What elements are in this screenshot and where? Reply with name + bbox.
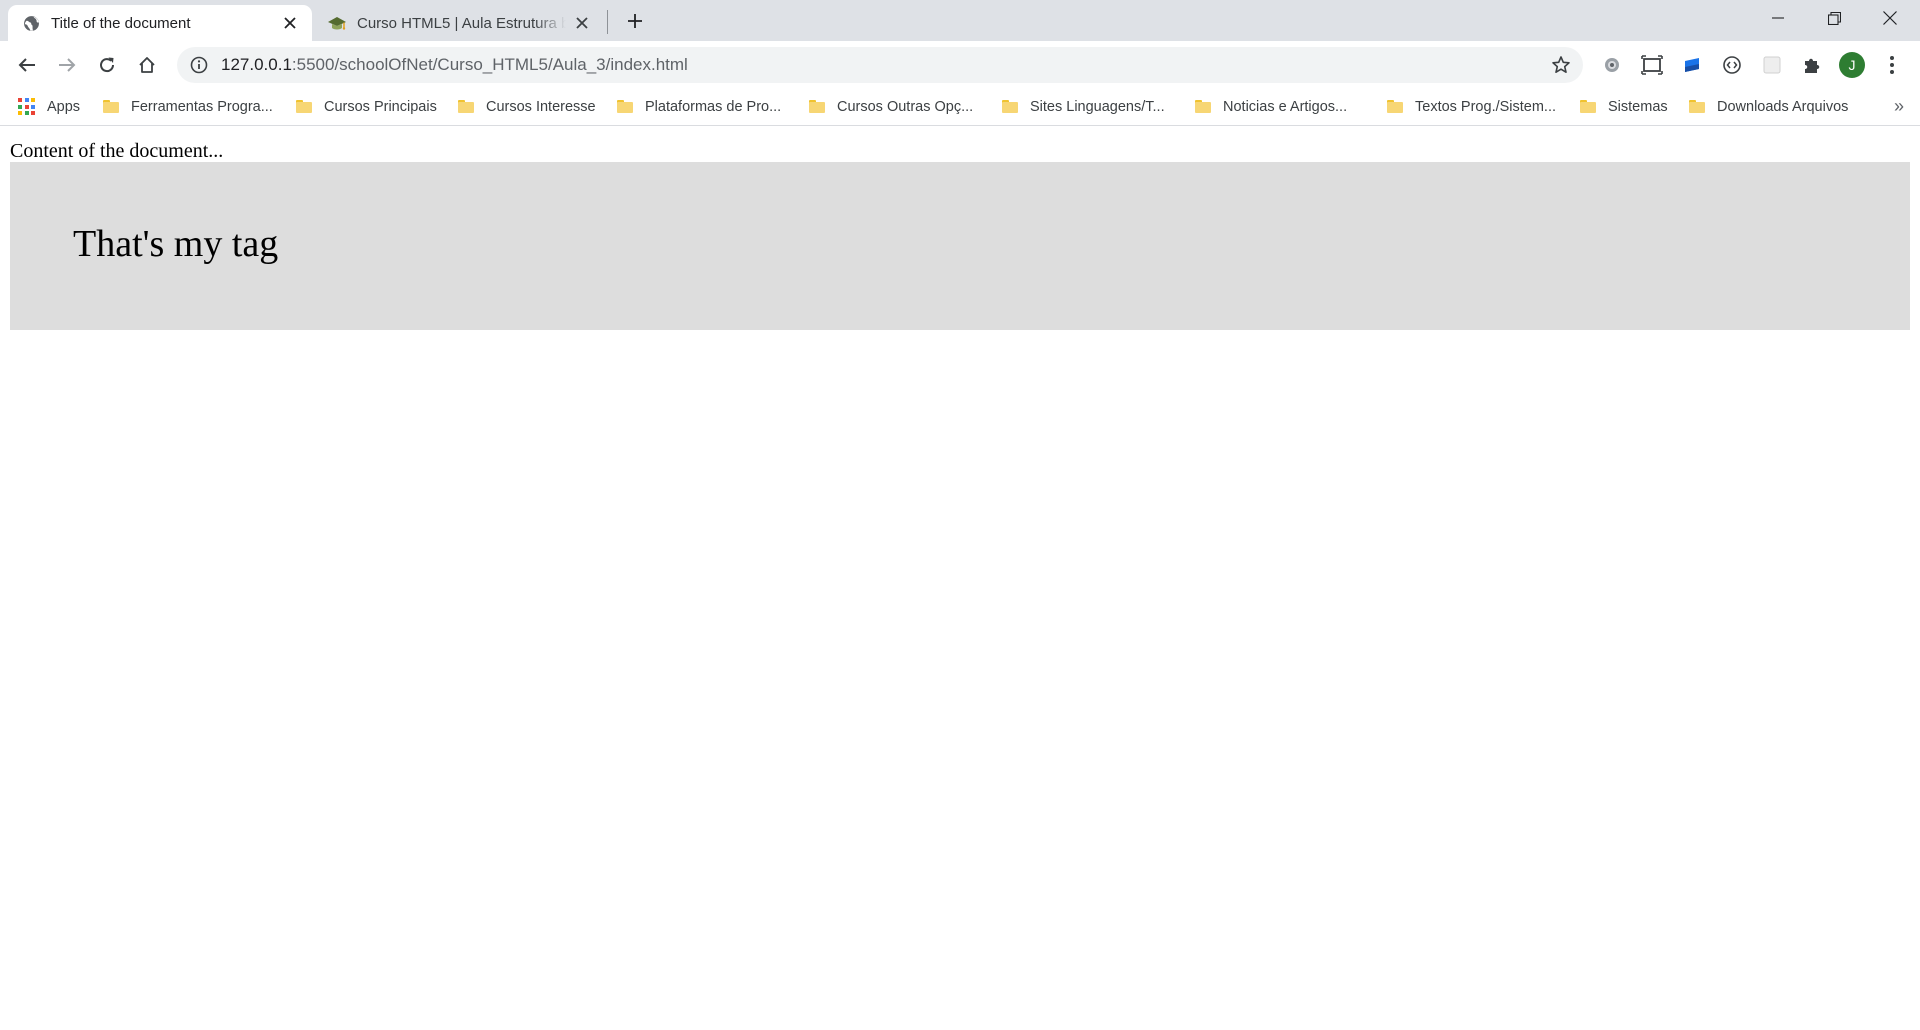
bookmark-label: Apps	[47, 98, 81, 115]
tab-close-icon[interactable]	[280, 13, 300, 33]
folder-icon	[1195, 100, 1211, 113]
folder-icon	[458, 100, 474, 113]
url-text[interactable]: 127.0.0.1:5500/schoolOfNet/Curso_HTML5/A…	[221, 55, 688, 75]
extension-blue-icon[interactable]	[1677, 50, 1707, 80]
menu-button[interactable]	[1877, 50, 1907, 80]
bookmark-folder[interactable]: Noticias e Artigos...	[1195, 88, 1347, 125]
globe-icon	[21, 13, 41, 33]
minimize-button[interactable]	[1750, 0, 1806, 36]
back-arrow-icon	[18, 58, 35, 72]
folder-icon	[1002, 100, 1018, 113]
bookmarks-bar: Apps Ferramentas Progra... Cursos Princi…	[0, 88, 1920, 126]
address-bar[interactable]: 127.0.0.1:5500/schoolOfNet/Curso_HTML5/A…	[177, 47, 1583, 83]
tab-title: Title of the document	[51, 14, 191, 32]
bookmark-label: Cursos Outras Opç...	[837, 98, 974, 115]
bookmark-label: Cursos Interesse	[486, 98, 596, 115]
forward-arrow-icon	[59, 58, 76, 72]
bookmark-folder[interactable]: Textos Prog./Sistem...	[1387, 88, 1556, 125]
page-viewport: Content of the document... That's my tag	[0, 126, 1920, 1030]
folder-icon	[617, 100, 633, 113]
my-tag-text: That's my tag	[73, 223, 279, 265]
my-tag-block: That's my tag	[10, 162, 1910, 330]
info-icon[interactable]	[189, 55, 209, 75]
folder-icon	[809, 100, 825, 113]
extension-code-icon[interactable]	[1717, 50, 1747, 80]
bookmark-folder[interactable]: Sites Linguagens/T...	[1002, 88, 1165, 125]
bookmark-label: Sistemas	[1608, 98, 1668, 115]
bookmark-folder[interactable]: Sistemas	[1580, 88, 1668, 125]
reload-icon	[100, 57, 115, 73]
apps-grid-icon	[18, 98, 35, 115]
extensions-puzzle-icon[interactable]	[1797, 50, 1827, 80]
extension-blank-icon[interactable]	[1757, 50, 1787, 80]
bookmark-label: Downloads Arquivos	[1717, 98, 1849, 115]
bookmark-folder[interactable]: Plataformas de Pro...	[617, 88, 781, 125]
bookmark-label: Sites Linguagens/T...	[1030, 98, 1165, 115]
minimize-icon	[1772, 17, 1784, 19]
folder-icon	[296, 100, 312, 113]
folder-icon	[103, 100, 119, 113]
bookmark-label: Plataformas de Pro...	[645, 98, 782, 115]
bookmark-label: Textos Prog./Sistem...	[1415, 98, 1557, 115]
tab-strip: Title of the document Curso HTML5 | Aula…	[0, 0, 1920, 41]
bookmark-apps[interactable]: Apps	[18, 88, 80, 125]
close-window-button[interactable]	[1862, 0, 1918, 36]
school-of-net-icon	[327, 13, 347, 33]
more-bookmarks-button[interactable]: »	[1894, 96, 1904, 117]
tab-close-icon[interactable]	[572, 13, 592, 33]
restore-icon	[1827, 11, 1841, 25]
plus-icon	[628, 14, 642, 28]
profile-avatar[interactable]: J	[1837, 50, 1867, 80]
screenshot-extension-icon[interactable]	[1637, 50, 1667, 80]
bookmark-label: Ferramentas Progra...	[131, 98, 273, 115]
forward-button[interactable]	[50, 48, 84, 82]
bookmark-label: Noticias e Artigos...	[1223, 98, 1348, 115]
tab-separator	[607, 10, 608, 34]
bookmark-folder[interactable]: Cursos Outras Opç...	[809, 88, 973, 125]
bookmark-folder[interactable]: Cursos Interesse	[458, 88, 596, 125]
tab-title: Curso HTML5 | Aula Estrutura básica	[357, 14, 566, 32]
home-button[interactable]	[130, 48, 164, 82]
reload-button[interactable]	[90, 48, 124, 82]
bookmark-star-icon[interactable]	[1551, 55, 1571, 75]
kebab-menu-icon	[1890, 56, 1894, 74]
url-host: 127.0.0.1	[221, 55, 292, 74]
home-icon	[139, 57, 155, 73]
url-path: :5500/schoolOfNet/Curso_HTML5/Aula_3/ind…	[291, 55, 688, 74]
bookmark-folder[interactable]: Downloads Arquivos	[1689, 88, 1848, 125]
extension-gear-icon[interactable]	[1597, 50, 1627, 80]
avatar: J	[1839, 52, 1865, 78]
folder-icon	[1580, 100, 1596, 113]
close-icon	[1883, 11, 1897, 25]
restore-button[interactable]	[1806, 0, 1862, 36]
back-button[interactable]	[10, 48, 44, 82]
folder-icon	[1689, 100, 1705, 113]
tab-active[interactable]: Title of the document	[8, 5, 312, 41]
toolbar: 127.0.0.1:5500/schoolOfNet/Curso_HTML5/A…	[0, 41, 1920, 88]
bookmark-folder[interactable]: Cursos Principais	[296, 88, 437, 125]
tab-inactive[interactable]: Curso HTML5 | Aula Estrutura básica	[314, 5, 604, 41]
bookmark-label: Cursos Principais	[324, 98, 437, 115]
folder-icon	[1387, 100, 1403, 113]
bookmark-folder[interactable]: Ferramentas Progra...	[103, 88, 273, 125]
new-tab-button[interactable]	[621, 7, 649, 35]
document-content-text: Content of the document...	[10, 140, 224, 162]
